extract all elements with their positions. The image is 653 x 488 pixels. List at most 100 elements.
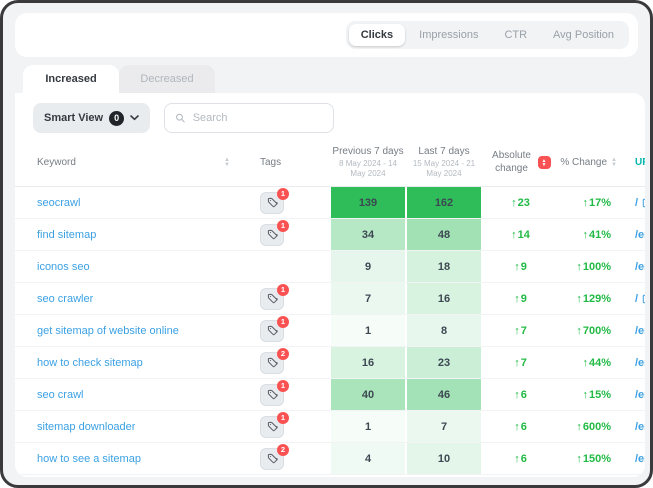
tag-icon[interactable]: 1 xyxy=(260,192,284,214)
up-arrow-icon: ↑ xyxy=(514,325,520,337)
sort-icon[interactable]: ▲▼ xyxy=(611,158,617,167)
absolute-change-value: 6 xyxy=(521,389,527,401)
last-clicks-value: 8 xyxy=(441,325,447,337)
url-link[interactable]: /en xyxy=(635,453,645,465)
keyword-cell: get sitemap of website online xyxy=(15,315,240,346)
header-percent-change[interactable]: % Change ▲▼ xyxy=(559,139,627,186)
keyword-link[interactable]: how to check sitemap xyxy=(37,357,143,369)
percent-change-value: 100% xyxy=(583,261,611,273)
tag-count-badge: 1 xyxy=(277,412,289,424)
absolute-change-value: 7 xyxy=(521,357,527,369)
prev-clicks-cell: 40 xyxy=(330,379,406,410)
table-row: how to check sitemap 2 16 23 ↑7 ↑44% /en xyxy=(15,347,645,379)
url-link[interactable]: /en xyxy=(635,229,645,241)
prev-clicks-value: 139 xyxy=(359,197,377,209)
tag-icon[interactable]: 1 xyxy=(260,288,284,310)
absolute-change-cell: ↑6 xyxy=(482,411,559,442)
sort-icon[interactable]: ▲▼ xyxy=(224,158,230,167)
metric-toggle-clicks[interactable]: Clicks xyxy=(349,24,405,46)
tab-increased[interactable]: Increased xyxy=(23,65,119,93)
absolute-change-value: 14 xyxy=(518,229,530,241)
header-keyword-label: Keyword xyxy=(37,157,76,168)
tab-decreased[interactable]: Decreased xyxy=(119,65,215,93)
url-link[interactable]: /en xyxy=(635,261,645,273)
absolute-change-cell: ↑23 xyxy=(482,187,559,218)
tag-glyph-icon xyxy=(267,293,278,304)
smart-view-dropdown[interactable]: Smart View 0 xyxy=(33,103,150,133)
keyword-link[interactable]: sitemap downloader xyxy=(37,421,135,433)
tag-count-badge: 2 xyxy=(277,444,289,456)
keyword-cell: seo crawler xyxy=(15,283,240,314)
tag-count-badge: 1 xyxy=(277,284,289,296)
last-clicks-cell: 16 xyxy=(406,283,482,314)
prev-clicks-value: 16 xyxy=(362,357,374,369)
tag-icon[interactable]: 1 xyxy=(260,384,284,406)
topbar: Clicks Impressions CTR Avg Position xyxy=(15,13,638,57)
header-percent-change-label: % Change xyxy=(560,157,607,168)
url-link[interactable]: /en xyxy=(635,357,645,369)
main-card: Smart View 0 Keyword ▲▼ Tags xyxy=(15,93,645,477)
table-row: sitemap downloader 1 1 7 ↑6 ↑600% /en xyxy=(15,411,645,443)
percent-change-value: 700% xyxy=(583,325,611,337)
url-link[interactable]: /en xyxy=(635,325,645,337)
external-link-icon[interactable] xyxy=(642,294,645,304)
metric-toggle-impressions[interactable]: Impressions xyxy=(407,24,490,46)
tag-icon[interactable]: 1 xyxy=(260,224,284,246)
url-cell[interactable]: /en xyxy=(627,251,645,282)
header-prev-title: Previous 7 days xyxy=(332,146,403,157)
keyword-link[interactable]: seo crawl xyxy=(37,389,83,401)
up-arrow-icon: ↑ xyxy=(514,421,520,433)
keyword-cell: find sitemap xyxy=(15,219,240,250)
url-link[interactable]: / xyxy=(635,197,638,209)
url-cell[interactable]: /en xyxy=(627,443,645,474)
absolute-change-cell: ↑7 xyxy=(482,315,559,346)
prev-clicks-cell: 139 xyxy=(330,187,406,218)
keyword-link[interactable]: get sitemap of website online xyxy=(37,325,179,337)
keyword-link[interactable]: seocrawl xyxy=(37,197,80,209)
table-row: get sitemap of website online 1 1 8 ↑7 ↑… xyxy=(15,315,645,347)
last-clicks-value: 23 xyxy=(438,357,450,369)
header-tags-label: Tags xyxy=(260,157,281,168)
last-clicks-cell: 10 xyxy=(406,443,482,474)
toolbar: Smart View 0 xyxy=(15,93,645,139)
url-cell[interactable]: / xyxy=(627,187,645,218)
tags-cell: 1 xyxy=(240,219,330,250)
active-sort-icon[interactable]: ▲▼ xyxy=(538,156,551,169)
tag-icon[interactable]: 1 xyxy=(260,320,284,342)
url-link[interactable]: /en xyxy=(635,389,645,401)
external-link-icon[interactable] xyxy=(642,198,645,208)
prev-clicks-value: 9 xyxy=(365,261,371,273)
url-link[interactable]: /en xyxy=(635,421,645,433)
last-clicks-value: 18 xyxy=(438,261,450,273)
last-clicks-value: 16 xyxy=(438,293,450,305)
header-url[interactable]: URL ▲▼ xyxy=(627,139,645,186)
keyword-link[interactable]: find sitemap xyxy=(37,229,96,241)
prev-clicks-value: 7 xyxy=(365,293,371,305)
prev-clicks-value: 1 xyxy=(365,421,371,433)
tag-icon[interactable]: 2 xyxy=(260,352,284,374)
search-box[interactable] xyxy=(164,103,334,133)
url-cell[interactable]: /en xyxy=(627,347,645,378)
keyword-link[interactable]: how to see a sitemap xyxy=(37,453,141,465)
last-clicks-cell: 23 xyxy=(406,347,482,378)
header-last-range: 15 May 2024 - 21 May 2024 xyxy=(411,159,477,179)
search-input[interactable] xyxy=(193,112,323,124)
url-cell[interactable]: /en xyxy=(627,379,645,410)
header-last-7-days[interactable]: Last 7 days 15 May 2024 - 21 May 2024 xyxy=(406,139,482,186)
keyword-link[interactable]: iconos seo xyxy=(37,261,90,273)
url-cell[interactable]: / xyxy=(627,283,645,314)
url-cell[interactable]: /en xyxy=(627,411,645,442)
url-cell[interactable]: /en xyxy=(627,315,645,346)
metric-toggle-ctr[interactable]: CTR xyxy=(492,24,539,46)
metric-toggle-avg-position[interactable]: Avg Position xyxy=(541,24,626,46)
url-cell[interactable]: /en xyxy=(627,219,645,250)
header-absolute-change[interactable]: Absolute change ▲▼ xyxy=(482,139,559,186)
last-clicks-value: 46 xyxy=(438,389,450,401)
keywords-table: Keyword ▲▼ Tags Previous 7 days 8 May 20… xyxy=(15,139,645,477)
header-keyword[interactable]: Keyword ▲▼ xyxy=(15,139,240,186)
tag-icon[interactable]: 1 xyxy=(260,416,284,438)
header-previous-7-days[interactable]: Previous 7 days 8 May 2024 - 14 May 2024 xyxy=(330,139,406,186)
url-link[interactable]: / xyxy=(635,293,638,305)
keyword-link[interactable]: seo crawler xyxy=(37,293,93,305)
tag-icon[interactable]: 2 xyxy=(260,448,284,470)
